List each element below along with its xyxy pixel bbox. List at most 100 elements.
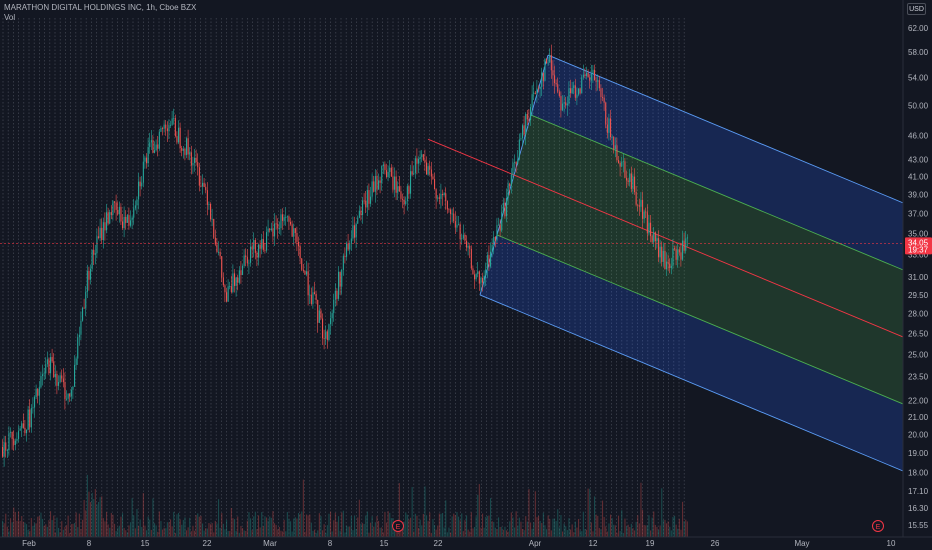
candle-body: [605, 102, 607, 125]
chart-canvas[interactable]: 62.00 58.00 54.00 50.00 46.00 43.00 41.00 39.00…: [0, 0, 932, 550]
candle-body: [171, 118, 173, 125]
volume-bar: [520, 521, 522, 537]
symbol-title[interactable]: MARATHON DIGITAL HOLDINGS INC, 1h, Cboe …: [4, 3, 196, 13]
volume-bar: [613, 524, 615, 537]
candle-body: [280, 214, 282, 229]
candle-body: [339, 271, 341, 287]
volume-bar: [550, 530, 552, 537]
volume-bar: [590, 522, 592, 537]
volume-bar: [2, 520, 4, 537]
volume-indicator-label[interactable]: Vol: [4, 13, 196, 23]
candle-body: [349, 243, 351, 250]
volume-bar: [80, 528, 82, 537]
candle-body: [635, 191, 637, 205]
candle-body: [573, 85, 575, 89]
time-tick-label: 8: [87, 539, 92, 548]
candle-body: [538, 88, 540, 90]
currency-badge[interactable]: USD: [907, 3, 926, 15]
candle-body: [562, 103, 564, 111]
candle-body: [685, 238, 687, 251]
candle-body: [598, 80, 600, 89]
candle-body: [379, 180, 381, 183]
candle-body: [410, 171, 412, 194]
volume-bar: [11, 522, 13, 537]
candle-body: [62, 378, 64, 383]
volume-bar: [547, 515, 549, 537]
candle-body: [198, 167, 200, 186]
volume-bar: [422, 513, 424, 537]
candle-body: [482, 277, 484, 283]
candle-body: [394, 176, 396, 190]
candle-body: [64, 382, 66, 400]
volume-bar: [344, 532, 346, 537]
candle-body: [373, 181, 375, 192]
candle-body: [22, 423, 24, 428]
time-axis[interactable]: Feb 8 15 22 Mar 8 15 22 Apr 12 19 26 May 10: [0, 536, 932, 550]
volume-bar: [638, 523, 640, 537]
volume-bar: [282, 531, 284, 537]
candle-body: [354, 225, 356, 238]
price-axis[interactable]: 62.00 58.00 54.00 50.00 46.00 43.00 41.00 39.00…: [902, 0, 932, 550]
candle-body: [603, 97, 605, 103]
candle-body: [306, 271, 308, 275]
earnings-marker[interactable]: E: [872, 520, 884, 532]
volume-bar: [488, 515, 490, 537]
candle-body: [386, 170, 388, 178]
volume-bar: [240, 525, 242, 537]
volume-bar: [288, 519, 290, 537]
volume-bar: [206, 528, 208, 537]
price-tick-label: 46.00: [908, 131, 929, 140]
candle-body: [11, 431, 13, 439]
candle-body: [237, 277, 239, 283]
volume-bar: [544, 525, 546, 537]
candle-body: [622, 161, 624, 163]
candle-body: [90, 268, 92, 280]
volume-bar: [70, 524, 72, 537]
candle-body: [478, 271, 480, 284]
volume-bar: [582, 511, 584, 537]
candle-body: [486, 255, 488, 270]
volume-bar: [269, 516, 271, 537]
candle-body: [155, 144, 157, 151]
volume-bar: [685, 519, 687, 537]
candle-body: [274, 223, 276, 237]
candle-body: [432, 176, 434, 179]
volume-bar: [219, 527, 221, 537]
candle-body: [341, 269, 343, 287]
price-tick-label: 17.10: [908, 487, 929, 496]
volume-bar: [128, 525, 130, 537]
volume-bar: [16, 520, 18, 537]
candle-body: [54, 373, 56, 378]
time-tick-label: 22: [434, 539, 443, 548]
volume-bar: [275, 525, 277, 537]
candle-body: [654, 232, 656, 242]
volume-bar: [107, 524, 109, 537]
candle-body: [368, 190, 370, 204]
volume-bar: [202, 523, 204, 537]
candle-body: [259, 244, 261, 249]
volume-bar: [446, 532, 448, 537]
chart-area[interactable]: 62.00 58.00 54.00 50.00 46.00 43.00 41.00 39.00…: [0, 0, 932, 550]
volume-bar: [478, 484, 480, 537]
candle-body: [389, 167, 391, 172]
volume-bar: [482, 513, 484, 537]
candle-body: [462, 234, 464, 239]
volume-bar: [198, 516, 200, 537]
volume-bar: [166, 522, 168, 537]
volume-bar: [18, 511, 20, 537]
volume-bar: [357, 517, 359, 537]
volume-bar: [67, 515, 69, 537]
candle-body: [146, 157, 148, 164]
volume-bar: [579, 530, 581, 537]
candle-body: [570, 88, 572, 94]
volume-bar: [338, 516, 340, 537]
candle-body: [608, 118, 610, 133]
candle-body: [370, 196, 372, 204]
candle-body: [675, 249, 677, 260]
earnings-marker[interactable]: E: [392, 520, 404, 532]
candle-body: [50, 357, 52, 374]
candle-body: [322, 318, 324, 339]
candle-body: [554, 75, 556, 84]
candle-body: [448, 209, 450, 211]
price-tick-label: 28.00: [908, 310, 929, 319]
